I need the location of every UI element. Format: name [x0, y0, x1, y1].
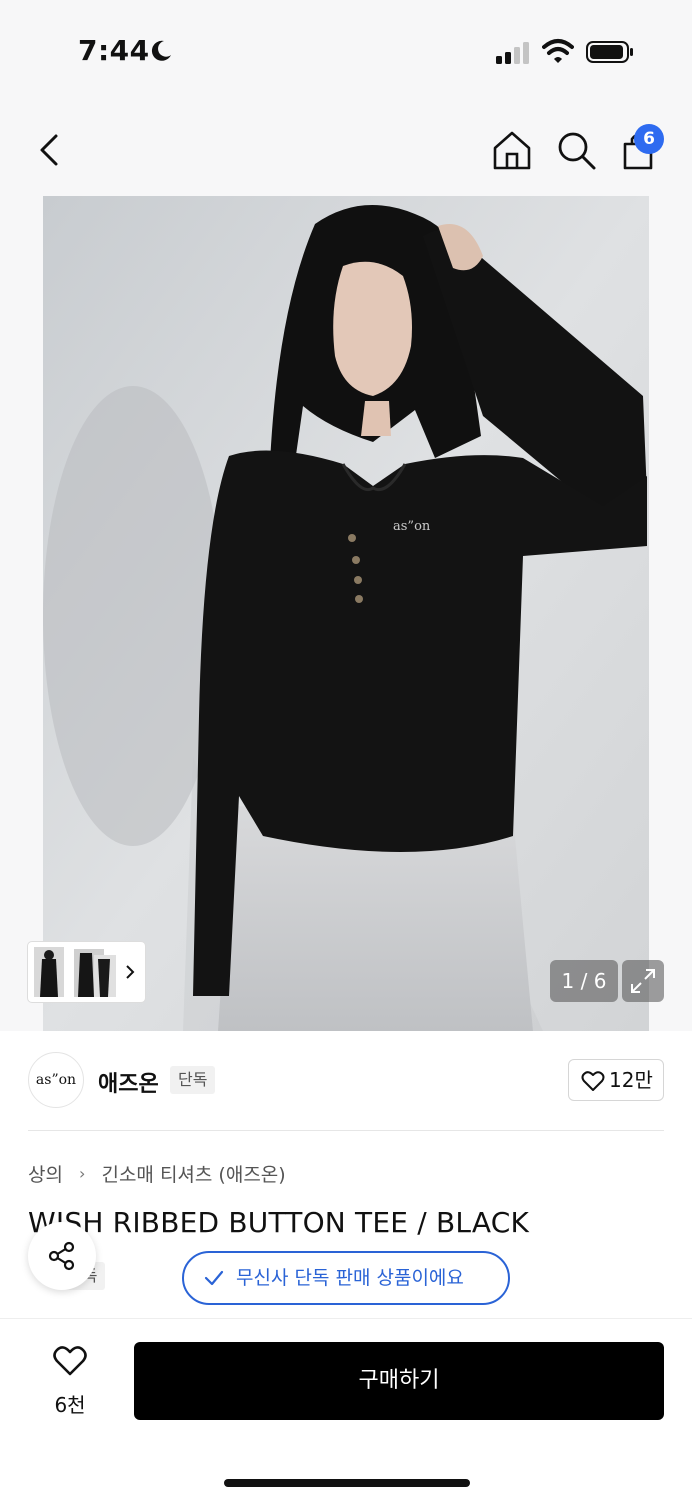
breadcrumb-subcategory[interactable]: 긴소매 티셔츠 (애즈온) — [101, 1164, 285, 1186]
moon-icon — [151, 40, 171, 61]
wishlist-button[interactable]: 6천 — [40, 1345, 100, 1425]
search-icon[interactable] — [554, 128, 598, 172]
svg-text:as”on: as”on — [393, 519, 431, 534]
exclusive-sale-text: 무신사 단독 판매 상품이에요 — [236, 1267, 464, 1289]
cart-count-badge: 6 — [634, 124, 664, 154]
breadcrumb-category[interactable]: 상의 — [28, 1164, 63, 1186]
share-icon — [48, 1241, 75, 1271]
brand-logo[interactable]: as”on — [28, 1052, 84, 1108]
top-navigation — [0, 100, 692, 196]
product-gallery[interactable]: as”on 1 / 6 — [0, 196, 692, 1031]
thumbnail-strip[interactable] — [28, 942, 145, 1002]
home-indicator[interactable] — [224, 1479, 470, 1487]
share-button[interactable] — [28, 1222, 96, 1290]
brand-exclusive-badge: 단독 — [170, 1066, 216, 1094]
chevron-right-icon: › — [79, 1164, 86, 1183]
battery-icon — [586, 41, 633, 63]
bottom-purchase-bar: 6천 구매하기 — [0, 1318, 692, 1500]
exclusive-sale-notice[interactable]: 무신사 단독 판매 상품이에요 — [182, 1251, 510, 1305]
product-title: WISH RIBBED BUTTON TEE / BLACK — [28, 1206, 530, 1239]
brand-name[interactable]: 애즈온 — [98, 1066, 159, 1098]
heart-outline-icon — [581, 1071, 605, 1091]
image-page-counter: 1 / 6 — [550, 960, 618, 1002]
cellular-signal-icon — [496, 42, 529, 64]
product-photo: as”on — [43, 196, 649, 1031]
check-icon — [204, 1270, 224, 1286]
back-icon[interactable] — [30, 130, 70, 170]
brand-like-count: 12만 — [609, 1068, 653, 1092]
status-bar: 7:44 — [0, 0, 692, 100]
status-time: 7:44 — [78, 34, 150, 67]
divider — [28, 1130, 664, 1131]
wishlist-count: 6천 — [54, 1393, 86, 1417]
breadcrumb: 상의 › 긴소매 티셔츠 (애즈온) — [28, 1160, 286, 1190]
buy-button[interactable]: 구매하기 — [134, 1342, 664, 1420]
brand-like-button[interactable]: 12만 — [568, 1059, 664, 1101]
home-icon[interactable] — [490, 128, 534, 172]
chevron-right-icon — [126, 965, 135, 979]
expand-icon[interactable] — [622, 960, 664, 1002]
heart-outline-icon — [53, 1346, 87, 1376]
wifi-icon — [542, 39, 574, 63]
thumbnail-images — [34, 947, 116, 997]
